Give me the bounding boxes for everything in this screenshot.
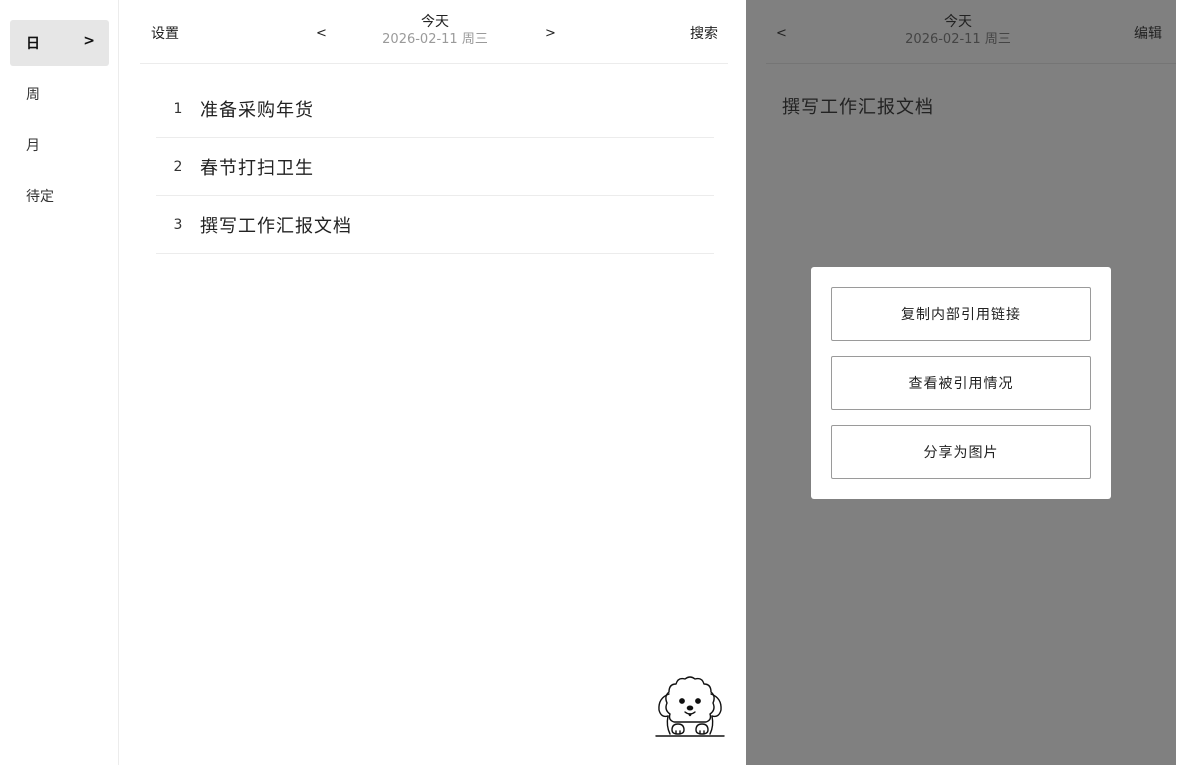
list-item[interactable]: 1 准备采购年货 [156, 80, 714, 138]
sidebar-item-month[interactable]: 月 [10, 122, 109, 168]
page-title: 今天 [421, 14, 449, 30]
list-item[interactable]: 3 撰写工作汇报文档 [156, 196, 714, 254]
edit-button[interactable]: 编辑 [1134, 23, 1162, 43]
next-day-button[interactable]: > [545, 26, 556, 41]
search-button[interactable]: 搜索 [690, 23, 718, 43]
view-references-button[interactable]: 查看被引用情况 [831, 356, 1091, 410]
task-list-pane: 设置 < 今天 2026-02-11 周三 > 搜索 1 准备采购年货 2 春节… [120, 0, 746, 765]
task-text: 春节打扫卫生 [200, 157, 314, 179]
prev-day-button[interactable]: < [316, 26, 327, 41]
sidebar-item-label: 待定 [26, 189, 54, 205]
back-button[interactable]: < [776, 26, 787, 41]
task-list: 1 准备采购年货 2 春节打扫卫生 3 撰写工作汇报文档 [156, 80, 714, 254]
detail-date: 2026-02-11 周三 [905, 32, 1011, 47]
action-menu-dialog: 复制内部引用链接 查看被引用情况 分享为图片 [811, 267, 1111, 499]
list-item[interactable]: 2 春节打扫卫生 [156, 138, 714, 196]
task-index: 2 [173, 158, 183, 175]
chevron-right-icon: > [83, 33, 95, 49]
detail-header: < 今天 2026-02-11 周三 编辑 [766, 0, 1176, 64]
main-header: 设置 < 今天 2026-02-11 周三 > 搜索 [140, 0, 728, 64]
settings-button[interactable]: 设置 [151, 23, 179, 43]
detail-pane-overlay[interactable]: < 今天 2026-02-11 周三 编辑 撰写工作汇报文档 复制内部引用链接 … [746, 0, 1176, 765]
dog-mascot-icon[interactable] [654, 674, 726, 742]
sidebar-item-pending[interactable]: 待定 [10, 173, 109, 219]
detail-title: 今天 [944, 14, 972, 30]
copy-internal-link-button[interactable]: 复制内部引用链接 [831, 287, 1091, 341]
share-as-image-button[interactable]: 分享为图片 [831, 425, 1091, 479]
window-edge [1176, 0, 1196, 765]
task-text: 准备采购年货 [200, 99, 314, 121]
date-display[interactable]: 今天 2026-02-11 周三 [350, 13, 520, 49]
sidebar-item-week[interactable]: 周 [10, 71, 109, 117]
detail-date-display: 今天 2026-02-11 周三 [878, 13, 1038, 49]
sidebar-item-label: 日 [26, 36, 40, 52]
sidebar-item-label: 月 [26, 138, 40, 154]
sidebar: 日 > 周 月 待定 [0, 0, 119, 765]
sidebar-item-label: 周 [26, 87, 40, 103]
sidebar-item-day[interactable]: 日 > [10, 20, 109, 66]
task-index: 1 [173, 100, 183, 117]
task-index: 3 [173, 216, 183, 233]
date-subtitle: 2026-02-11 周三 [382, 32, 488, 47]
task-text: 撰写工作汇报文档 [200, 215, 352, 237]
document-title: 撰写工作汇报文档 [782, 97, 934, 118]
